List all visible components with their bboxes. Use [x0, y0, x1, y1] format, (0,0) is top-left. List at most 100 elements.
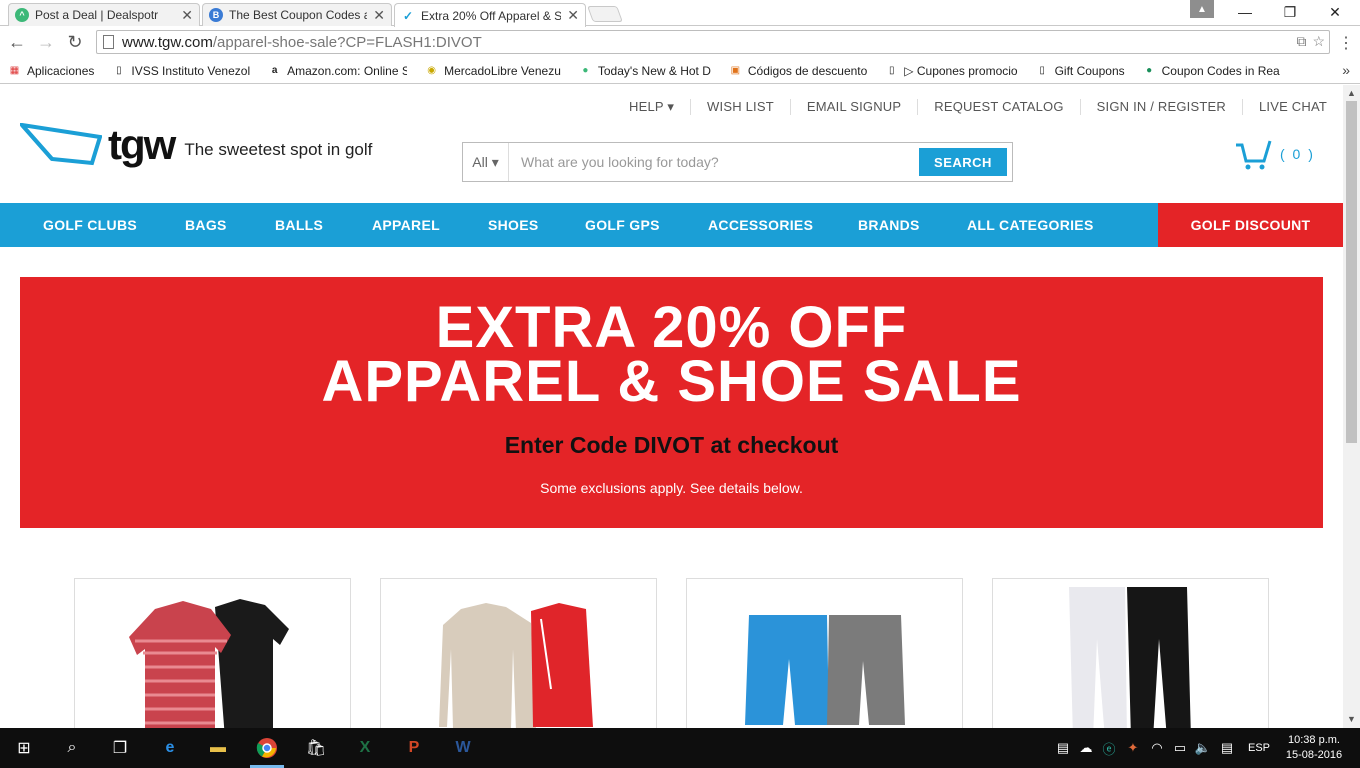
- tgw-logo[interactable]: tgw The sweetest spot in golf: [20, 121, 372, 169]
- scrollbar-thumb[interactable]: [1346, 101, 1357, 443]
- tgw-flag-icon: [20, 123, 102, 166]
- bookmarks-bar: ▦ Aplicaciones ▯ IVSS Instituto Venezol aA…: [0, 58, 1360, 84]
- close-icon[interactable]: ✕: [181, 7, 193, 24]
- bookmark-apps[interactable]: ▦ Aplicaciones: [8, 64, 95, 78]
- nav-all-categories[interactable]: ALL CATEGORIES: [967, 217, 1094, 233]
- amazon-icon: a: [271, 65, 278, 76]
- store-icon[interactable]: 🛍: [303, 736, 329, 760]
- request-catalog-link[interactable]: REQUEST CATALOG: [917, 99, 1079, 115]
- tile-polos[interactable]: [74, 578, 351, 728]
- logo-tagline: The sweetest spot in golf: [184, 140, 373, 159]
- email-signup-link[interactable]: EMAIL SIGNUP: [789, 99, 917, 115]
- shorts-image: [745, 615, 905, 725]
- search-scope-select[interactable]: All ▾: [463, 143, 509, 181]
- reload-icon[interactable]: ↻: [64, 31, 86, 53]
- powerpoint-icon[interactable]: P: [401, 736, 427, 760]
- tab-dealspotr[interactable]: ^ Post a Deal | Dealspotr ✕: [8, 3, 200, 26]
- dealspotr-icon: ●: [582, 65, 589, 76]
- page-info-icon[interactable]: [103, 35, 114, 49]
- coupon-icon: ▣: [730, 65, 741, 76]
- tab-label: Extra 20% Off Apparel & S: [421, 8, 562, 23]
- address-bar[interactable]: www.tgw.com/apparel-shoe-sale?CP=FLASH1:…: [96, 30, 1330, 54]
- nav-brands[interactable]: BRANDS: [858, 217, 920, 233]
- excel-icon[interactable]: X: [352, 736, 378, 760]
- polo-shirts-image: [129, 599, 289, 728]
- nav-golf-gps[interactable]: GOLF GPS: [585, 217, 660, 233]
- back-icon[interactable]: ←: [6, 31, 28, 53]
- new-tab-button[interactable]: [587, 6, 623, 22]
- pants-image: [1069, 587, 1191, 728]
- profile-icon[interactable]: ▲: [1190, 0, 1214, 18]
- golf-discount-button[interactable]: GOLF DISCOUNT: [1158, 203, 1343, 247]
- dealspotr-icon: ^: [15, 8, 29, 22]
- apps-grid-icon: ▦: [9, 65, 20, 76]
- scroll-up-icon[interactable]: ▲: [1347, 88, 1356, 98]
- bookmark-star-icon[interactable]: ☆: [1312, 33, 1325, 50]
- cart-link[interactable]: ( 0 ): [1234, 137, 1315, 171]
- nav-shoes[interactable]: SHOES: [488, 217, 539, 233]
- search-icon[interactable]: ⌕: [59, 736, 85, 760]
- bookmark-gift-coupons[interactable]: ▯ Gift Coupons: [1036, 64, 1124, 78]
- bookmark-ivss[interactable]: ▯ IVSS Instituto Venezol: [112, 64, 250, 78]
- bookmark-amazon[interactable]: a Amazon.com: Online S: [268, 64, 407, 78]
- page-icon: ▯: [116, 65, 122, 76]
- nav-accessories[interactable]: ACCESSORIES: [708, 217, 813, 233]
- wish-list-link[interactable]: WISH LIST: [690, 99, 790, 115]
- notifications-icon[interactable]: ▤: [1214, 736, 1240, 760]
- close-icon[interactable]: ✕: [373, 7, 385, 24]
- word-icon[interactable]: W: [450, 736, 476, 760]
- sign-in-register-link[interactable]: SIGN IN / REGISTER: [1079, 99, 1242, 115]
- tab-coupon-codes[interactable]: B The Best Coupon Codes a ✕: [202, 3, 392, 26]
- url-path: /apparel-shoe-sale?CP=FLASH1:DIVOT: [212, 33, 482, 51]
- promo-banner[interactable]: EXTRA 20% OFF APPAREL & SHOE SALE Enter …: [20, 277, 1323, 528]
- live-chat-link[interactable]: LIVE CHAT: [1241, 99, 1343, 115]
- nav-apparel[interactable]: APPAREL: [372, 217, 440, 233]
- bookmark-mercadolibre[interactable]: ◉ MercadoLibre Venezu: [425, 64, 561, 78]
- taskbar-clock[interactable]: 10:38 p.m. 15-08-2016: [1284, 733, 1344, 763]
- tile-pants[interactable]: [992, 578, 1269, 728]
- tab-label: The Best Coupon Codes a: [229, 8, 368, 22]
- bookmark-dealspotr[interactable]: ● Today's New & Hot D: [579, 64, 711, 78]
- chrome-menu-icon[interactable]: ⋮: [1338, 33, 1354, 53]
- chrome-icon[interactable]: [254, 736, 280, 760]
- banner-fine-print: Some exclusions apply. See details below…: [540, 480, 803, 496]
- minimize-icon[interactable]: —: [1222, 0, 1268, 24]
- tray-e-icon[interactable]: ⓔ: [1096, 736, 1122, 760]
- banner-subheadline: APPAREL & SHOE SALE: [321, 349, 1022, 414]
- tile-outerwear[interactable]: [380, 578, 657, 728]
- nav-balls[interactable]: BALLS: [275, 217, 323, 233]
- translate-icon[interactable]: ⧉: [1296, 33, 1306, 50]
- file-explorer-icon[interactable]: ▬: [205, 736, 231, 760]
- tray-security-icon[interactable]: ✦: [1120, 736, 1146, 760]
- help-link[interactable]: HELP ▾: [613, 99, 690, 115]
- nav-bags[interactable]: BAGS: [185, 217, 227, 233]
- bookmark-coupon-codes[interactable]: ● Coupon Codes in Rea: [1143, 64, 1280, 78]
- close-window-icon[interactable]: ✕: [1312, 0, 1358, 24]
- clock-time: 10:38 p.m.: [1288, 734, 1340, 746]
- page-icon: ▯: [1039, 65, 1045, 76]
- search-button[interactable]: SEARCH: [919, 148, 1007, 176]
- start-icon[interactable]: ⊞: [11, 736, 37, 760]
- tab-tgw[interactable]: ✓ Extra 20% Off Apparel & S ✕: [394, 3, 586, 27]
- coupon-green-icon: ●: [1146, 65, 1153, 76]
- language-indicator[interactable]: ESP: [1244, 736, 1274, 760]
- bookmark-cupones[interactable]: ▯ ▷ Cupones promocio: [885, 64, 1018, 78]
- more-bookmarks-icon[interactable]: »: [1342, 62, 1350, 78]
- edge-icon[interactable]: e: [157, 736, 183, 760]
- bookmark-codigos[interactable]: ▣ Códigos de descuento: [729, 64, 868, 78]
- scroll-down-icon[interactable]: ▼: [1347, 714, 1356, 724]
- search-input[interactable]: [509, 154, 919, 170]
- tab-strip: ^ Post a Deal | Dealspotr ✕ B The Best C…: [0, 0, 1360, 27]
- task-view-icon[interactable]: ❐: [107, 736, 133, 760]
- forward-icon[interactable]: →: [35, 31, 57, 53]
- clock-date: 15-08-2016: [1285, 749, 1343, 761]
- tab-label: Post a Deal | Dealspotr: [35, 8, 159, 22]
- nav-golf-clubs[interactable]: GOLF CLUBS: [43, 217, 137, 233]
- tile-shorts[interactable]: [686, 578, 963, 728]
- restore-icon[interactable]: ❐: [1267, 0, 1313, 24]
- page-scrollbar[interactable]: ▲ ▼: [1343, 85, 1360, 728]
- close-icon[interactable]: ✕: [567, 7, 579, 24]
- windows-taskbar: ⊞ ⌕ ❐ e ▬ 🛍 X P W ▤ ☁ ⓔ ✦ ◠ ▭ 🔈 ▤ ESP 10…: [0, 728, 1360, 768]
- volume-icon[interactable]: 🔈: [1190, 736, 1216, 760]
- outerwear-image: [439, 603, 593, 728]
